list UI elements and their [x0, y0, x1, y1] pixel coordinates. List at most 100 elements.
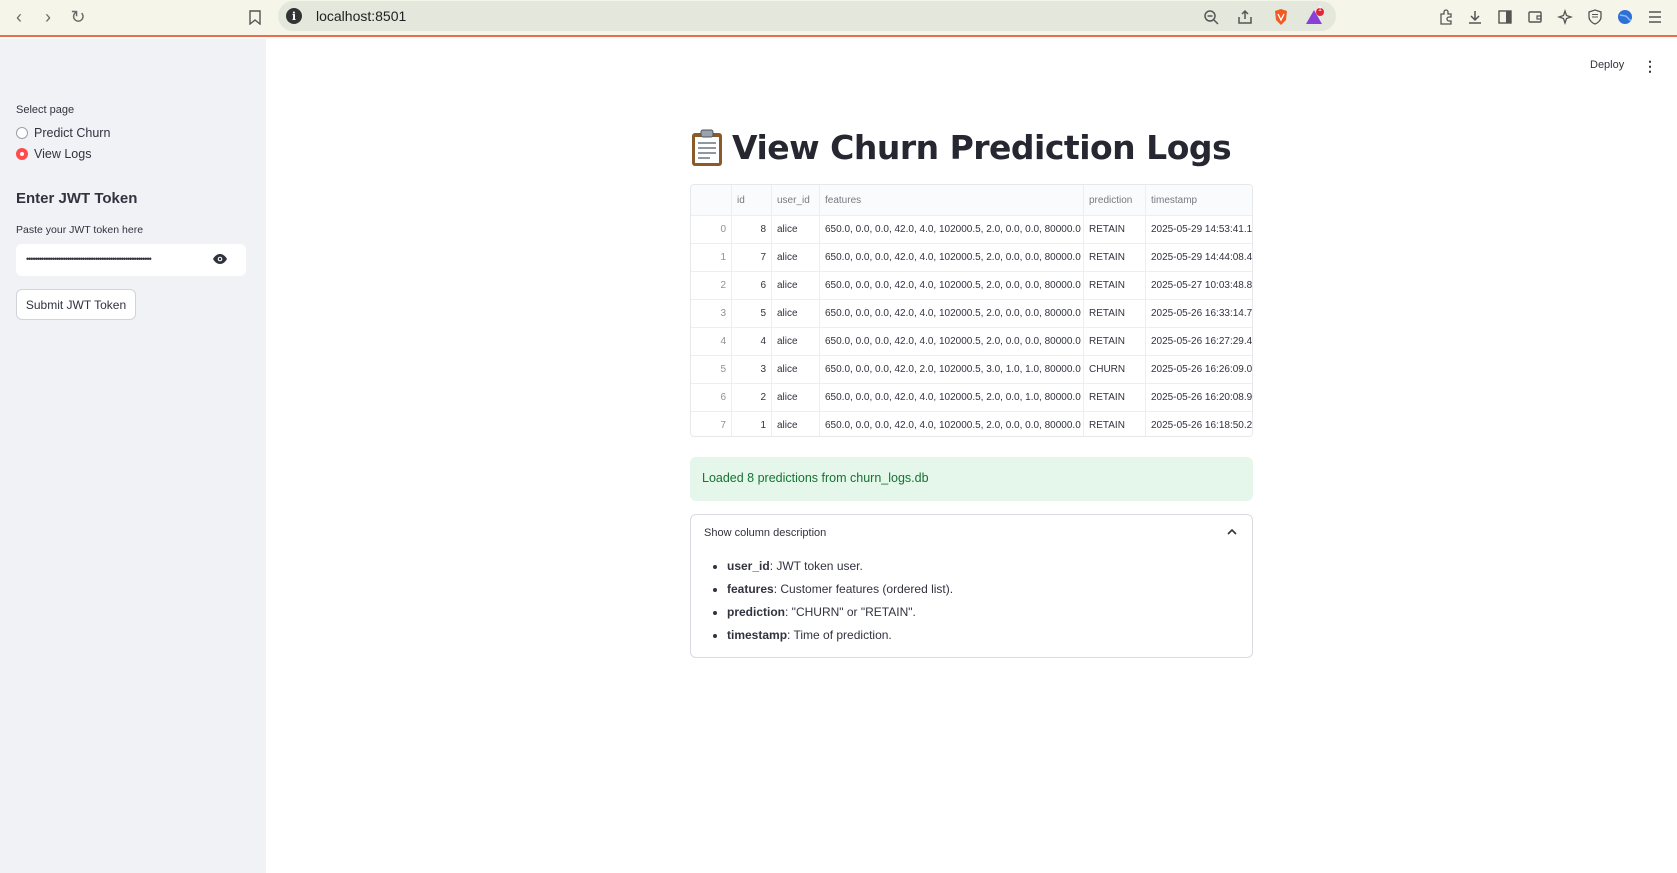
cell-timestamp[interactable]: 2025-05-26 16:27:29.4 [1146, 328, 1252, 355]
cell-user-id[interactable]: alice [772, 328, 820, 355]
jwt-token-input[interactable]: ••••••••••••••••••••••••••••••••••••••••… [16, 244, 246, 276]
row-index[interactable]: 6 [691, 384, 732, 411]
cell-prediction[interactable]: RETAIN [1084, 384, 1146, 411]
chevron-up-icon[interactable] [1226, 527, 1238, 537]
cell-user-id[interactable]: alice [772, 272, 820, 299]
cell-id[interactable]: 1 [732, 412, 772, 436]
row-index[interactable]: 5 [691, 356, 732, 383]
select-page-label: Select page [16, 104, 75, 116]
more-options-icon[interactable]: ⋮ [1643, 58, 1657, 75]
expander-title[interactable]: Show column description [704, 527, 826, 539]
table-row[interactable]: 3 5 alice 650.0, 0.0, 0.0, 42.0, 4.0, 10200… [691, 300, 1252, 328]
cell-timestamp[interactable]: 2025-05-27 10:03:48.8 [1146, 272, 1252, 299]
table-row[interactable]: 4 4 alice 650.0, 0.0, 0.0, 42.0, 4.0, 10200… [691, 328, 1252, 356]
cell-prediction[interactable]: RETAIN [1084, 412, 1146, 436]
submit-jwt-button[interactable]: Submit JWT Token [16, 289, 136, 320]
cell-id[interactable]: 6 [732, 272, 772, 299]
cell-timestamp[interactable]: 2025-05-26 16:26:09.0 [1146, 356, 1252, 383]
cell-user-id[interactable]: alice [772, 244, 820, 271]
row-index[interactable]: 2 [691, 272, 732, 299]
cell-id[interactable]: 2 [732, 384, 772, 411]
jwt-masked-value[interactable]: ••••••••••••••••••••••••••••••••••••••••… [26, 252, 201, 266]
table-row[interactable]: 5 3 alice 650.0, 0.0, 0.0, 42.0, 2.0, 10200… [691, 356, 1252, 384]
table-row[interactable]: 2 6 alice 650.0, 0.0, 0.0, 42.0, 4.0, 10200… [691, 272, 1252, 300]
cell-id[interactable]: 3 [732, 356, 772, 383]
cell-user-id[interactable]: alice [772, 300, 820, 327]
download-icon[interactable] [1464, 6, 1486, 28]
reload-icon[interactable]: ↻ [67, 6, 89, 28]
vpn-shield-icon[interactable] [1584, 6, 1606, 28]
cell-features[interactable]: 650.0, 0.0, 0.0, 42.0, 4.0, 102000.5, 2.… [820, 300, 1084, 327]
table-row[interactable]: 0 8 alice 650.0, 0.0, 0.0, 42.0, 4.0, 10200… [691, 216, 1252, 244]
row-index[interactable]: 7 [691, 412, 732, 436]
cell-features[interactable]: 650.0, 0.0, 0.0, 42.0, 4.0, 102000.5, 2.… [820, 244, 1084, 271]
cell-features[interactable]: 650.0, 0.0, 0.0, 42.0, 4.0, 102000.5, 2.… [820, 272, 1084, 299]
eye-icon[interactable] [212, 253, 228, 265]
radio-label: Predict Churn [34, 126, 111, 140]
cell-timestamp[interactable]: 2025-05-29 14:44:08.4 [1146, 244, 1252, 271]
column-header-prediction[interactable]: prediction [1084, 185, 1146, 215]
cell-prediction[interactable]: RETAIN [1084, 216, 1146, 243]
column-header-id[interactable]: id [732, 185, 772, 215]
cell-features[interactable]: 650.0, 0.0, 0.0, 42.0, 4.0, 102000.5, 2.… [820, 328, 1084, 355]
cell-id[interactable]: 4 [732, 328, 772, 355]
bookmark-icon[interactable] [244, 6, 266, 28]
row-index[interactable]: 4 [691, 328, 732, 355]
cell-timestamp[interactable]: 2025-05-26 16:18:50.2 [1146, 412, 1252, 436]
row-index[interactable]: 1 [691, 244, 732, 271]
cell-user-id[interactable]: alice [772, 356, 820, 383]
cell-user-id[interactable]: alice [772, 216, 820, 243]
leo-ai-icon[interactable] [1554, 6, 1576, 28]
cell-prediction[interactable]: RETAIN [1084, 300, 1146, 327]
address-bar[interactable]: i localhost:8501 [278, 1, 1336, 31]
cell-features[interactable]: 650.0, 0.0, 0.0, 42.0, 2.0, 102000.5, 3.… [820, 356, 1084, 383]
table-row[interactable]: 1 7 alice 650.0, 0.0, 0.0, 42.0, 4.0, 10200… [691, 244, 1252, 272]
column-header-user-id[interactable]: user_id [772, 185, 820, 215]
radio-button[interactable] [16, 127, 28, 139]
cell-prediction[interactable]: RETAIN [1084, 328, 1146, 355]
site-info-icon[interactable]: i [286, 8, 302, 24]
cell-features[interactable]: 650.0, 0.0, 0.0, 42.0, 4.0, 102000.5, 2.… [820, 216, 1084, 243]
back-icon[interactable]: ‹ [8, 6, 30, 28]
cell-features[interactable]: 650.0, 0.0, 0.0, 42.0, 4.0, 102000.5, 2.… [820, 412, 1084, 436]
cell-features[interactable]: 650.0, 0.0, 0.0, 42.0, 4.0, 102000.5, 2.… [820, 384, 1084, 411]
brave-rewards-icon[interactable]: 1 [1304, 6, 1326, 28]
prediction-logs-table[interactable]: id user_id features prediction timestamp… [690, 184, 1253, 437]
menu-icon[interactable] [1644, 6, 1666, 28]
clipboard-icon [692, 129, 722, 166]
cell-prediction[interactable]: RETAIN [1084, 244, 1146, 271]
row-index[interactable]: 0 [691, 216, 732, 243]
column-header-timestamp[interactable]: timestamp [1146, 185, 1252, 215]
zoom-icon[interactable] [1200, 6, 1222, 28]
url-text[interactable]: localhost:8501 [316, 8, 406, 24]
extensions-icon[interactable] [1435, 6, 1457, 28]
profile-globe-icon[interactable] [1614, 6, 1636, 28]
share-icon[interactable] [1234, 6, 1256, 28]
cell-timestamp[interactable]: 2025-05-29 14:53:41.1 [1146, 216, 1252, 243]
cell-timestamp[interactable]: 2025-05-26 16:33:14.7 [1146, 300, 1252, 327]
cell-prediction[interactable]: CHURN [1084, 356, 1146, 383]
deploy-button[interactable]: Deploy [1590, 59, 1624, 71]
cell-user-id[interactable]: alice [772, 384, 820, 411]
cell-user-id[interactable]: alice [772, 412, 820, 436]
page-title-block: View Churn Prediction Logs [690, 128, 1232, 167]
cell-id[interactable]: 8 [732, 216, 772, 243]
cell-timestamp[interactable]: 2025-05-26 16:20:08.9 [1146, 384, 1252, 411]
table-row[interactable]: 7 1 alice 650.0, 0.0, 0.0, 42.0, 4.0, 10200… [691, 412, 1252, 436]
wallet-icon[interactable] [1524, 6, 1546, 28]
radio-predict-churn[interactable]: Predict Churn [16, 126, 110, 140]
brave-shield-icon[interactable] [1270, 6, 1292, 28]
column-description-expander[interactable]: Show column description user_id: JWT tok… [690, 514, 1253, 658]
column-description: : Time of prediction. [787, 628, 892, 642]
table-row[interactable]: 6 2 alice 650.0, 0.0, 0.0, 42.0, 4.0, 10200… [691, 384, 1252, 412]
cell-prediction[interactable]: RETAIN [1084, 272, 1146, 299]
cell-id[interactable]: 7 [732, 244, 772, 271]
column-header-index[interactable] [691, 185, 732, 215]
sidebar-toggle-icon[interactable] [1494, 6, 1516, 28]
forward-icon[interactable]: › [37, 6, 59, 28]
radio-button-selected[interactable] [16, 148, 28, 160]
radio-view-logs[interactable]: View Logs [16, 147, 91, 161]
row-index[interactable]: 3 [691, 300, 732, 327]
column-header-features[interactable]: features [820, 185, 1084, 215]
cell-id[interactable]: 5 [732, 300, 772, 327]
